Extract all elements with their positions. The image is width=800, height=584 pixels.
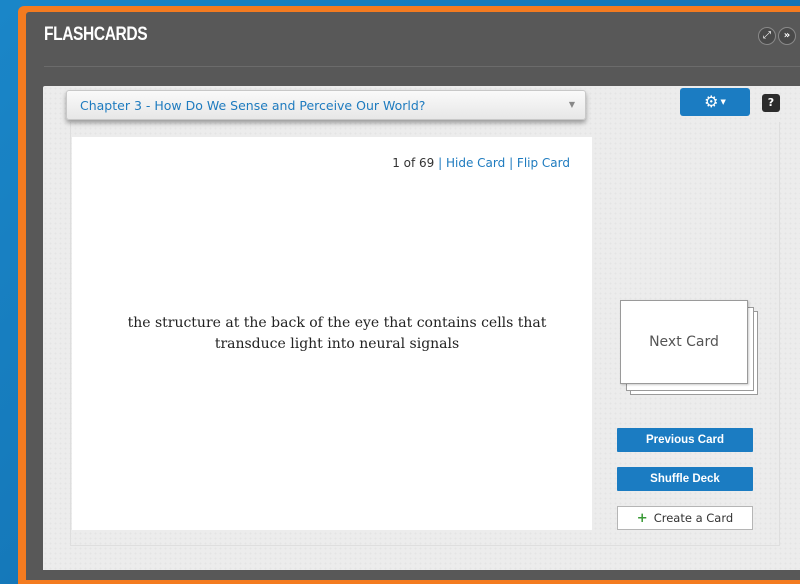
next-card-button[interactable]: Next Card (620, 300, 748, 384)
create-card-label: Create a Card (653, 511, 734, 525)
double-chevron-right-icon[interactable]: » (778, 27, 796, 45)
next-card-deck[interactable]: Next Card (620, 300, 765, 400)
shuffle-deck-button[interactable]: Shuffle Deck (617, 467, 753, 491)
previous-card-button[interactable]: Previous Card (617, 428, 753, 452)
chapter-select[interactable]: Chapter 3 - How Do We Sense and Perceive… (66, 90, 586, 120)
chapter-select-value: Chapter 3 - How Do We Sense and Perceive… (80, 98, 426, 113)
help-button[interactable]: ? (762, 94, 780, 112)
flip-card-link[interactable]: Flip Card (517, 156, 570, 170)
expand-icon[interactable]: ⤢ (758, 27, 776, 45)
settings-button[interactable]: ⚙ ▼ (680, 88, 750, 116)
gear-icon: ⚙ (704, 92, 719, 111)
create-card-button[interactable]: + Create a Card (617, 506, 753, 530)
flashcard: 1 of 69 | Hide Card | Flip Card the stru… (72, 137, 592, 530)
separator: | (438, 156, 446, 170)
card-text: the structure at the back of the eye tha… (127, 315, 547, 352)
separator: | (509, 156, 517, 170)
chevron-down-icon: ▼ (568, 100, 575, 109)
title-divider (44, 66, 800, 67)
hide-card-link[interactable]: Hide Card (446, 156, 505, 170)
card-nav: 1 of 69 | Hide Card | Flip Card (392, 156, 570, 170)
card-position: 1 of 69 (392, 156, 435, 170)
caret-down-icon: ▼ (720, 98, 726, 106)
panel-title: FLASHCARDS (44, 24, 148, 45)
plus-icon: + (636, 511, 648, 526)
